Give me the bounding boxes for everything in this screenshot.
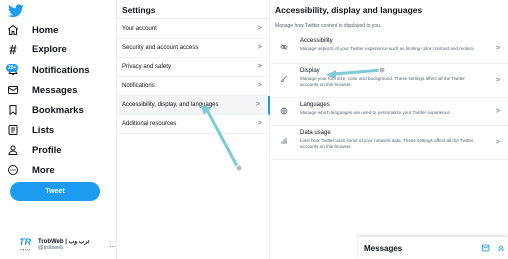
chevron-right-icon: >: [255, 101, 260, 108]
nav-home[interactable]: Home: [6, 20, 58, 40]
detail-item-languages[interactable]: Languages Manage which languages are use…: [271, 98, 508, 126]
more-circle-icon: [6, 163, 20, 177]
settings-item-label: Accessibility, display, and languages: [122, 102, 219, 108]
settings-header-divider: [117, 18, 269, 19]
nav-home-label: Home: [32, 24, 59, 36]
nav-notifications-label: Notifications: [32, 64, 90, 76]
brush-icon: [280, 75, 287, 83]
nav-messages-label: Messages: [32, 84, 78, 96]
detail-item-title: Data usage: [300, 130, 331, 136]
settings-item-label: Your account: [122, 26, 157, 32]
detail-item-title: Languages: [300, 102, 330, 108]
nav-bookmarks-label: Bookmarks: [32, 104, 84, 116]
detail-item-desc: Manage which languages are used to perso…: [300, 110, 452, 115]
tweet-button[interactable]: Tweet: [10, 182, 100, 201]
nav-messages[interactable]: Messages: [6, 80, 77, 100]
detail-item-desc: Manage your font size, color and backgro…: [300, 76, 465, 87]
bookmark-icon: [6, 103, 20, 117]
detail-item-desc: Limit how Twitter uses some of your netw…: [300, 138, 474, 149]
chevron-right-icon: >: [257, 63, 262, 70]
settings-item-label: Notifications: [122, 83, 155, 89]
detail-title: Accessibility, display and languages: [275, 5, 423, 15]
detail-column: Accessibility, display and languages Man…: [271, 0, 508, 259]
settings-item-accessibility[interactable]: Accessibility, display, and languages >: [117, 96, 270, 115]
chevron-right-icon: >: [257, 25, 262, 32]
notifications-badge: 20+: [6, 64, 19, 72]
detail-item-accessibility[interactable]: Accessibility Manage aspects of your Twi…: [271, 34, 508, 64]
settings-title: Settings: [122, 5, 156, 15]
list-icon: [6, 123, 20, 137]
chevron-right-icon: >: [495, 45, 500, 52]
nav-explore[interactable]: # Explore: [6, 39, 67, 59]
home-icon: [6, 23, 20, 37]
bell-icon: 20+: [6, 63, 20, 77]
left-sidebar: Home # Explore 20+ Notifications Message…: [0, 0, 116, 259]
nav-profile[interactable]: Profile: [6, 140, 62, 160]
nav-explore-label: Explore: [32, 43, 67, 55]
detail-item-display[interactable]: Display Manage your font size, color and…: [271, 64, 508, 98]
nav-lists[interactable]: Lists: [6, 120, 54, 140]
settings-item-label: Security and account access: [122, 45, 199, 51]
detail-item-title: Display: [300, 68, 320, 74]
chevron-right-icon: >: [257, 120, 262, 127]
detail-item-data-usage[interactable]: Data usage Limit how Twitter uses some o…: [271, 126, 508, 160]
detail-item-title: Accessibility: [300, 38, 333, 44]
globe-icon: [280, 107, 288, 115]
avatar-logo-subtext: ترب وب: [19, 246, 31, 251]
new-message-icon[interactable]: [481, 243, 491, 253]
settings-item-label: Additional resources: [122, 121, 177, 127]
nav-lists-label: Lists: [32, 124, 55, 136]
messages-drawer[interactable]: Messages: [358, 236, 508, 259]
twitter-logo-icon[interactable]: [8, 4, 24, 18]
eye-icon: [280, 44, 288, 50]
chevron-right-icon: >: [495, 77, 500, 84]
chevron-right-icon: >: [495, 108, 500, 115]
settings-item-notifications[interactable]: Notifications >: [117, 77, 270, 96]
chevron-up-double-icon[interactable]: [496, 243, 506, 253]
envelope-icon: [6, 83, 20, 97]
nav-more-label: More: [32, 164, 55, 176]
settings-item-security[interactable]: Security and account access >: [117, 39, 270, 58]
hashtag-icon: #: [9, 41, 17, 57]
settings-item-additional-resources[interactable]: Additional resources >: [117, 115, 270, 134]
avatar: TR ترب وب: [16, 235, 34, 253]
settings-column: Settings Your account > Security and acc…: [116, 0, 270, 259]
account-switcher[interactable]: TR ترب وب TrobWeb | ترب وب @trobweb ...: [16, 233, 116, 255]
account-name: TrobWeb | ترب وب: [38, 238, 90, 245]
chevron-right-icon: >: [495, 139, 500, 146]
settings-item-label: Privacy and safety: [122, 64, 172, 70]
settings-item-your-account[interactable]: Your account >: [117, 20, 270, 39]
settings-item-privacy[interactable]: Privacy and safety >: [117, 58, 270, 77]
nav-notifications[interactable]: 20+ Notifications: [6, 60, 90, 80]
messages-drawer-title: Messages: [364, 244, 403, 253]
detail-item-desc: Manage aspects of your Twitter experienc…: [300, 46, 475, 51]
account-more-icon[interactable]: ...: [109, 240, 116, 249]
nav-more[interactable]: More: [6, 160, 55, 180]
person-icon: [6, 143, 20, 157]
nav-profile-label: Profile: [32, 144, 62, 156]
chevron-right-icon: >: [257, 82, 262, 89]
avatar-logo-text: TR: [19, 236, 31, 247]
account-handle: @trobweb: [38, 244, 64, 251]
bar-chart-icon: [281, 137, 287, 145]
detail-subtitle: Manage how Twitter content is displayed …: [275, 23, 382, 29]
nav-bookmarks[interactable]: Bookmarks: [6, 100, 84, 120]
chevron-right-icon: >: [257, 44, 262, 51]
